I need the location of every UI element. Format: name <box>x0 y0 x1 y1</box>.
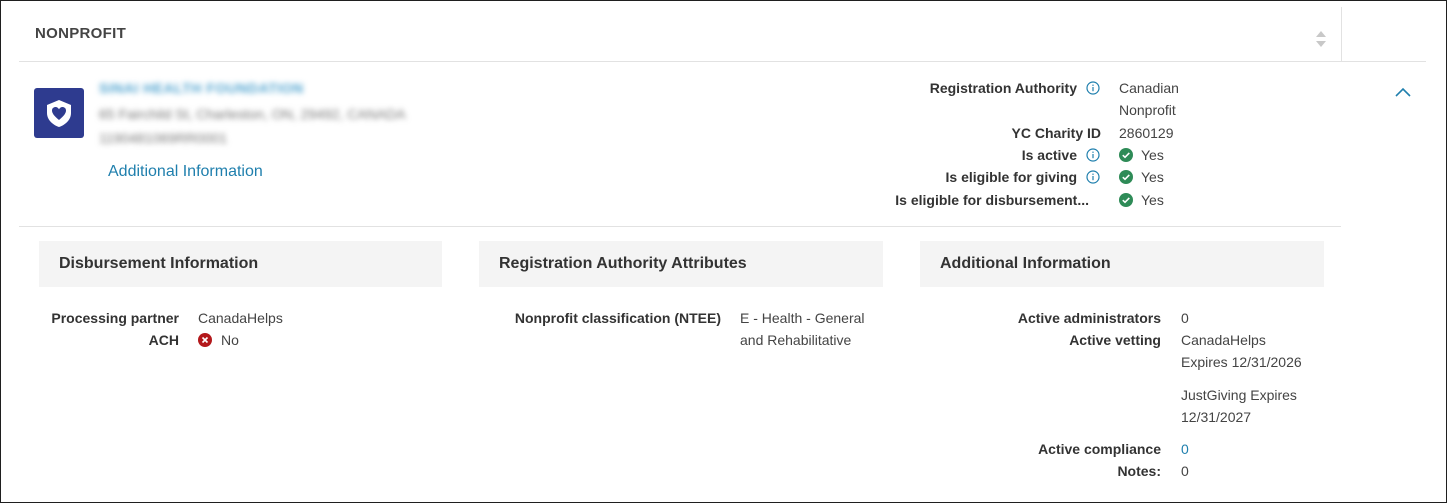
panel-header: NONPROFIT <box>19 7 1341 62</box>
registration-authority-label: Registration Authority <box>929 80 1077 96</box>
processing-partner-label: Processing partner <box>51 310 179 326</box>
notes-label: Notes: <box>1117 463 1161 479</box>
notes-value: 0 <box>1181 463 1189 479</box>
check-circle-icon <box>1119 170 1133 184</box>
charity-id-value: 2860129 <box>1119 125 1174 141</box>
panel-title: NONPROFIT <box>35 25 127 42</box>
eligible-disbursement-value: Yes <box>1141 192 1164 208</box>
info-icon[interactable] <box>1086 148 1100 162</box>
header-divider <box>1341 7 1342 61</box>
eligible-giving-label: Is eligible for giving <box>945 169 1077 185</box>
processing-partner-value: CanadaHelps <box>198 310 283 326</box>
active-administrators-value: 0 <box>1181 310 1189 326</box>
ach-value: No <box>221 332 239 348</box>
eligible-giving-value: Yes <box>1141 169 1164 185</box>
eligible-disbursement-label: Is eligible for disbursement... <box>895 192 1089 208</box>
additional-information-link[interactable]: Additional Information <box>108 163 263 181</box>
ntee-value: E - Health - General <box>740 310 865 326</box>
registration-attributes-section-title: Registration Authority Attributes <box>499 255 747 272</box>
org-address: 65 Fairchild St, Charleston, ON, 29492, … <box>99 106 406 122</box>
active-compliance-link[interactable]: 0 <box>1181 438 1189 460</box>
org-identifier: 1190481069RR0001 <box>99 130 228 146</box>
registration-authority-value-line2: Nonprofit <box>1119 102 1176 118</box>
active-vetting-label: Active vetting <box>1069 332 1161 348</box>
ntee-value-line2: and Rehabilitative <box>740 332 852 348</box>
is-active-value: Yes <box>1141 147 1164 163</box>
ach-label: ACH <box>148 332 179 348</box>
ntee-label: Nonprofit classification (NTEE) <box>514 310 721 326</box>
org-logo <box>34 88 84 138</box>
additional-info-section-title: Additional Information <box>940 255 1111 272</box>
section-divider <box>19 226 1341 227</box>
charity-id-label: YC Charity ID <box>1011 125 1101 141</box>
is-active-label: Is active <box>1021 147 1077 163</box>
chevron-up-icon[interactable] <box>1394 85 1412 99</box>
active-administrators-label: Active administrators <box>1017 310 1161 326</box>
org-name-link[interactable]: SINAI HEALTH FOUNDATION <box>99 80 304 96</box>
x-circle-icon <box>198 333 212 347</box>
info-icon[interactable] <box>1086 170 1100 184</box>
nonprofit-panel: NONPROFIT SINAI HEALTH FOUNDATION 65 Fai… <box>0 0 1447 503</box>
disbursement-section-header: Disbursement Information <box>39 241 442 287</box>
check-circle-icon <box>1119 193 1133 207</box>
check-circle-icon <box>1119 148 1133 162</box>
vetting-entry-2-expiry: 12/31/2027 <box>1181 409 1252 425</box>
sort-icon[interactable] <box>1313 27 1329 51</box>
vetting-entry-1-expiry: Expires 12/31/2026 <box>1181 354 1302 370</box>
active-compliance-label: Active compliance <box>1038 441 1161 457</box>
additional-info-section-header: Additional Information <box>920 241 1324 287</box>
registration-authority-value: Canadian <box>1119 80 1179 96</box>
heart-shield-icon <box>47 100 71 127</box>
disbursement-section-title: Disbursement Information <box>59 255 259 272</box>
registration-attributes-section-header: Registration Authority Attributes <box>479 241 883 287</box>
info-icon[interactable] <box>1086 81 1100 95</box>
header-divider-horizontal <box>1341 61 1426 62</box>
vetting-entry-2: JustGiving Expires <box>1181 387 1297 403</box>
vetting-entry-1: CanadaHelps <box>1181 332 1266 348</box>
